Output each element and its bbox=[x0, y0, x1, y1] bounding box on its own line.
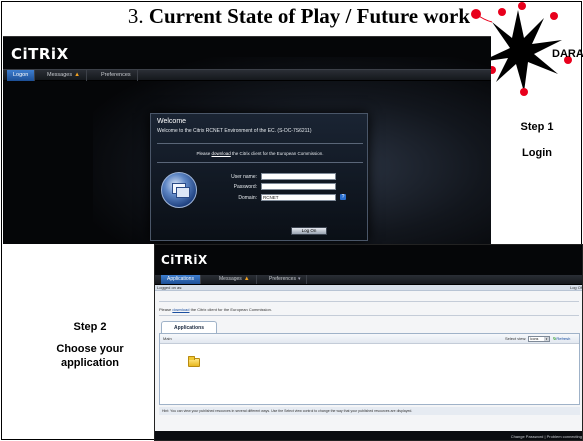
logo-text: DARA bbox=[552, 48, 583, 60]
welcome-title: Welcome bbox=[157, 118, 187, 125]
warning-icon: ▲ bbox=[74, 72, 81, 78]
title-text: Current State of Play / Future work bbox=[148, 4, 470, 28]
dot-icon bbox=[498, 8, 506, 16]
hint-text: Hint: You can view your published resour… bbox=[159, 407, 580, 415]
step1-title: Step 1 bbox=[520, 121, 554, 133]
tab-messages[interactable]: Messages ▲ bbox=[213, 275, 257, 284]
password-label: Password: bbox=[233, 184, 257, 190]
step2-title: Step 2 bbox=[73, 321, 107, 333]
step2-desc-1: Choose your bbox=[56, 343, 124, 355]
logged-on-as: Logged on as: bbox=[157, 285, 183, 290]
tab-messages[interactable]: Messages ▲ bbox=[41, 70, 88, 81]
download-link[interactable]: download bbox=[211, 151, 230, 156]
step2-label: Step 2 Choose your application bbox=[40, 320, 140, 370]
folder-icon[interactable] bbox=[188, 356, 200, 367]
citrix-orb-icon bbox=[161, 172, 197, 208]
dot-icon bbox=[550, 12, 558, 20]
domain-label: Domain: bbox=[238, 195, 257, 201]
title-number: 3. bbox=[127, 4, 144, 28]
username-label: User name: bbox=[231, 174, 257, 180]
warning-icon: ▲ bbox=[243, 276, 250, 282]
login-screenshot: CiTRiX Logon Messages ▲ Preferences Welco… bbox=[3, 36, 491, 244]
password-input[interactable] bbox=[261, 183, 336, 190]
citrix-logo: CiTRiX bbox=[161, 253, 208, 267]
select-view-label: Select view: bbox=[505, 336, 527, 341]
download-link[interactable]: download bbox=[172, 307, 189, 312]
step1-desc: Login bbox=[522, 147, 552, 159]
log-off-link[interactable]: Log Of bbox=[570, 285, 582, 291]
step2-desc-2: application bbox=[60, 357, 120, 369]
help-icon[interactable]: ? bbox=[340, 194, 346, 200]
select-view-dropdown[interactable]: Icons ▾ bbox=[528, 336, 550, 342]
tab-bar: Logon Messages ▲ Preferences bbox=[3, 69, 491, 81]
tab-preferences[interactable]: Preferences bbox=[95, 70, 138, 81]
breadcrumb[interactable]: Main bbox=[163, 334, 172, 344]
footer: Change Password | Problem connecting bbox=[155, 431, 582, 440]
tab-bar: Applications Messages ▲ Preferences ▾ bbox=[155, 275, 582, 285]
applications-screenshot: CiTRiX Applications Messages ▲ Preference… bbox=[154, 244, 583, 441]
header: CiTRiX bbox=[155, 245, 582, 275]
applications-panel: Main Select view: Icons ▾ ↻Refresh bbox=[159, 333, 580, 405]
dot-icon bbox=[518, 2, 526, 10]
step1-label: Step 1 Login bbox=[491, 120, 583, 160]
log-on-button[interactable]: Log On bbox=[291, 227, 327, 235]
chevron-down-icon: ▾ bbox=[544, 337, 549, 341]
download-note: Please download the Citrix client for th… bbox=[159, 307, 272, 312]
applications-tab[interactable]: Applications bbox=[161, 321, 217, 333]
dot-icon bbox=[520, 88, 528, 96]
tab-applications[interactable]: Applications bbox=[161, 275, 201, 284]
refresh-button[interactable]: ↻Refresh bbox=[553, 334, 570, 344]
slide-title: 3. Current State of Play / Future work bbox=[0, 4, 470, 29]
chevron-down-icon: ▾ bbox=[297, 276, 301, 282]
status-bar: Logged on as: Log Of bbox=[155, 285, 582, 291]
username-input[interactable] bbox=[261, 173, 336, 180]
welcome-dialog: Welcome Welcome to the Citrix RCNET Envi… bbox=[150, 113, 368, 241]
tab-logon[interactable]: Logon bbox=[7, 70, 36, 81]
citrix-logo: CiTRiX bbox=[11, 45, 69, 63]
tab-preferences[interactable]: Preferences ▾ bbox=[263, 275, 308, 284]
footer-links[interactable]: Change Password | Problem connecting bbox=[511, 431, 582, 440]
domain-select[interactable]: RCNET bbox=[261, 194, 336, 201]
apps-toolbar: Main Select view: Icons ▾ ↻Refresh bbox=[160, 334, 579, 344]
welcome-subtitle: Welcome to the Citrix RCNET Environment … bbox=[157, 128, 312, 134]
download-note: Please download the Citrix client for th… bbox=[196, 151, 324, 156]
